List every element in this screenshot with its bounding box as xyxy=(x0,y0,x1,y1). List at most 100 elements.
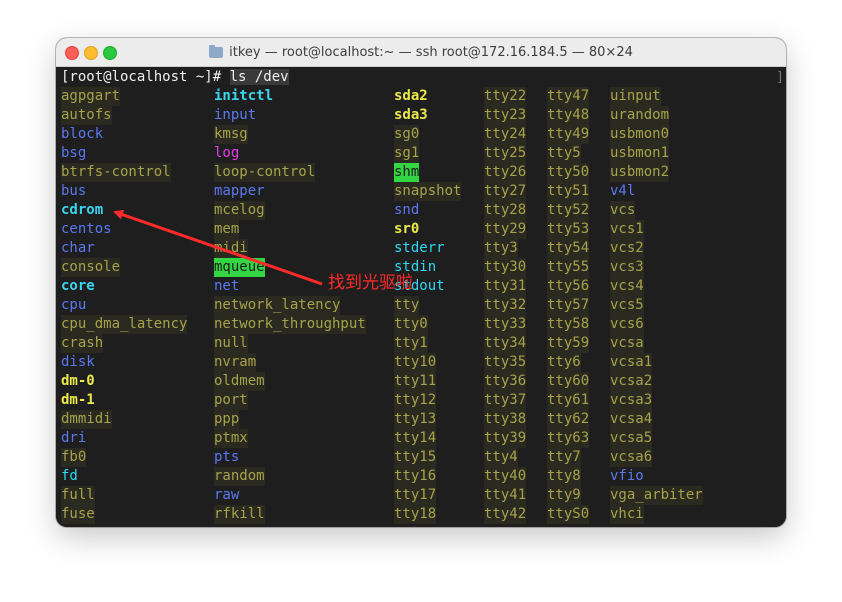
dev-entry: tty14 xyxy=(394,429,437,448)
dev-entry: cpu xyxy=(61,297,87,313)
dev-entry: usbmon1 xyxy=(610,144,670,163)
dev-entry: tty38 xyxy=(484,410,527,429)
dev-entry: dri xyxy=(61,430,87,446)
dev-entry: vcs4 xyxy=(610,277,644,296)
dev-entry: sg0 xyxy=(394,125,420,144)
dev-entry: random xyxy=(214,467,265,486)
dev-entry: tty62 xyxy=(547,410,590,429)
dev-entry: console xyxy=(61,258,121,277)
dev-entry: tty39 xyxy=(484,429,527,448)
dev-entry: tty9 xyxy=(547,486,581,505)
dev-entry: bus xyxy=(61,183,87,199)
dev-entry: tty30 xyxy=(484,258,527,277)
terminal-content[interactable]: [root@localhost ~]# ls /dev ] agpgart aut… xyxy=(56,67,786,527)
dev-entry: stderr xyxy=(394,240,445,256)
dev-entry: dmmidi xyxy=(61,410,112,429)
scroll-indicator: ] xyxy=(776,70,784,85)
dev-entry: tty13 xyxy=(394,410,437,429)
dev-entry: tty40 xyxy=(484,467,527,486)
title-bar[interactable]: itkey — root@localhost:~ — ssh root@172.… xyxy=(56,38,786,67)
dev-entry: mcelog xyxy=(214,201,265,220)
dev-entry: loop-control xyxy=(214,163,316,182)
dev-entry: tty37 xyxy=(484,391,527,410)
dev-entry: ttyS0 xyxy=(547,505,590,524)
annotation-text: 找到光驱啦 xyxy=(328,273,413,293)
dev-entry: tty7 xyxy=(547,448,581,467)
dev-entry: tty27 xyxy=(484,182,527,201)
dev-entry: usbmon2 xyxy=(610,163,670,182)
dev-entry: tty52 xyxy=(547,201,590,220)
dev-entry: cdrom xyxy=(61,202,104,218)
dev-entry: tty33 xyxy=(484,315,527,334)
dev-entry: tty23 xyxy=(484,106,527,125)
dev-entry: autofs xyxy=(61,106,112,125)
dev-entry: tty12 xyxy=(394,391,437,410)
dev-entry: tty49 xyxy=(547,125,590,144)
dev-entry: tty41 xyxy=(484,486,527,505)
dev-entry: tty26 xyxy=(484,163,527,182)
dev-entry: tty24 xyxy=(484,125,527,144)
dev-entry: net xyxy=(214,278,240,294)
dev-entry: tty51 xyxy=(547,182,590,201)
dev-entry: initctl xyxy=(214,88,274,104)
dev-entry: cpu_dma_latency xyxy=(61,315,188,334)
dev-entry: tty57 xyxy=(547,296,590,315)
dev-entry: snd xyxy=(394,202,420,218)
dev-entry: pts xyxy=(214,449,240,465)
dev-entry: tty15 xyxy=(394,448,437,467)
dev-entry: vcsa6 xyxy=(610,448,653,467)
dev-entry: tty48 xyxy=(547,106,590,125)
dev-entry: kmsg xyxy=(214,125,248,144)
dev-entry: tty11 xyxy=(394,372,437,391)
dev-entry: agpgart xyxy=(61,87,121,106)
dev-entry: ptmx xyxy=(214,429,248,448)
dev-entry: vcs5 xyxy=(610,296,644,315)
dev-entry: tty55 xyxy=(547,258,590,277)
dev-entry: ppp xyxy=(214,410,240,429)
dev-entry: disk xyxy=(61,354,95,370)
dev-entry: vcs3 xyxy=(610,258,644,277)
dev-entry: tty60 xyxy=(547,372,590,391)
dev-entry: core xyxy=(61,278,95,294)
dev-entry: tty32 xyxy=(484,296,527,315)
dev-entry: vfio xyxy=(610,468,644,484)
dev-entry: sda3 xyxy=(394,107,428,123)
dev-entry: tty28 xyxy=(484,201,527,220)
dev-entry: tty1 xyxy=(394,334,428,353)
dev-entry: uinput xyxy=(610,87,661,106)
dev-entry: network_latency xyxy=(214,296,341,315)
dev-entry: tty16 xyxy=(394,467,437,486)
dev-entry: tty18 xyxy=(394,505,437,524)
dev-entry: block xyxy=(61,126,104,142)
prompt: [root@localhost ~]# xyxy=(61,69,230,85)
dev-entry: network_throughput xyxy=(214,315,366,334)
dev-entry: vcsa3 xyxy=(610,391,653,410)
dev-entry: tty10 xyxy=(394,353,437,372)
dev-entry: tty36 xyxy=(484,372,527,391)
dev-entry: log xyxy=(214,145,240,161)
dev-entry: sda2 xyxy=(394,88,428,104)
dev-entry: null xyxy=(214,334,248,353)
dev-entry: tty4 xyxy=(484,448,518,467)
dev-entry: char xyxy=(61,240,95,256)
dev-entry: urandom xyxy=(610,106,670,125)
dev-entry: tty34 xyxy=(484,334,527,353)
dev-entry: mapper xyxy=(214,183,265,199)
dev-entry: raw xyxy=(214,487,240,503)
dev-entry: vcsa4 xyxy=(610,410,653,429)
dev-entry: tty58 xyxy=(547,315,590,334)
dev-entry: tty5 xyxy=(547,144,581,163)
dev-entry: tty61 xyxy=(547,391,590,410)
dev-entry: tty56 xyxy=(547,277,590,296)
window-title: itkey — root@localhost:~ — ssh root@172.… xyxy=(229,44,633,60)
dev-entry: vcsa5 xyxy=(610,429,653,448)
dev-entry: dm-1 xyxy=(61,392,95,408)
dev-entry: vga_arbiter xyxy=(610,486,703,505)
dev-entry: tty29 xyxy=(484,220,527,239)
dev-entry: vcs xyxy=(610,201,636,220)
dev-entry: tty31 xyxy=(484,277,527,296)
dev-entry: tty22 xyxy=(484,87,527,106)
command-text: ls /dev xyxy=(229,69,289,85)
dev-entry: vcsa1 xyxy=(610,353,653,372)
dev-entry: snapshot xyxy=(394,182,462,201)
